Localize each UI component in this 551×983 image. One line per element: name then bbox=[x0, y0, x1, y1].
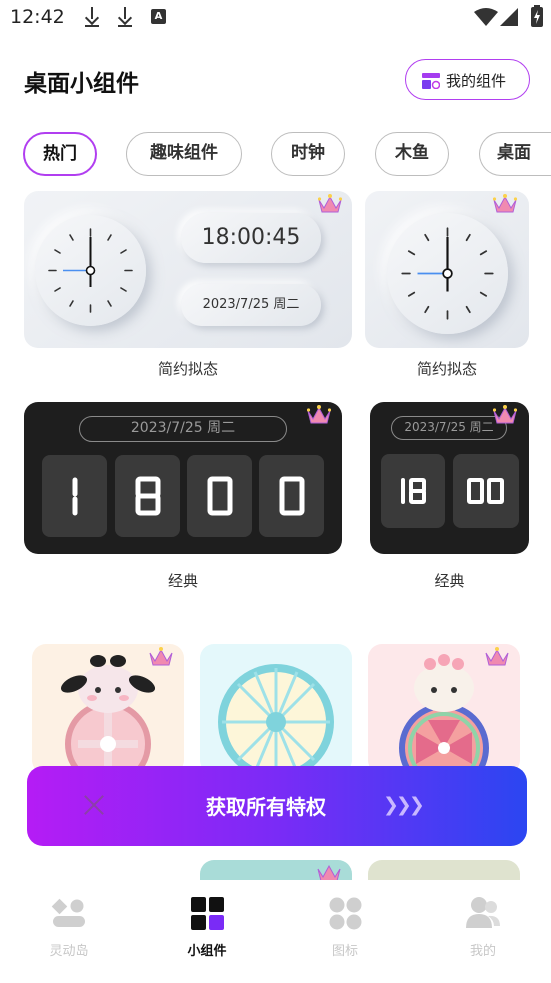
banner-label: 获取所有特权 bbox=[206, 795, 326, 819]
widget-fan-puppy[interactable] bbox=[32, 644, 184, 774]
my-widgets-icon bbox=[422, 73, 440, 89]
widget-fan-sheep[interactable] bbox=[368, 644, 520, 774]
tab-fun-widgets[interactable]: 趣味组件 bbox=[126, 132, 242, 176]
widget-caption: 简约拟态 bbox=[157, 360, 218, 378]
clock-ticks-icon bbox=[48, 228, 133, 313]
digit-8-icon bbox=[135, 476, 161, 516]
icons-grid-icon bbox=[329, 897, 362, 930]
premium-banner[interactable]: 获取所有特权 ❯❯❯ bbox=[27, 766, 527, 846]
digits-00-icon bbox=[467, 478, 504, 504]
my-widgets-label: 我的组件 bbox=[446, 72, 507, 90]
crown-icon bbox=[307, 405, 331, 424]
tab-clock[interactable]: 时钟 bbox=[271, 132, 345, 176]
widget-caption: 经典 bbox=[434, 572, 465, 590]
digit-0-icon bbox=[207, 476, 233, 516]
widget-fan-blue[interactable] bbox=[200, 644, 352, 774]
crown-icon bbox=[493, 405, 517, 424]
widget-caption: 经典 bbox=[167, 572, 198, 590]
nav-label: 灵动岛 bbox=[49, 944, 89, 959]
flip-digit-pair bbox=[453, 454, 519, 528]
nav-label: 小组件 bbox=[187, 944, 227, 959]
status-time: 12:42 bbox=[10, 6, 65, 28]
analog-clock bbox=[35, 215, 146, 326]
digit-0-icon bbox=[279, 476, 305, 516]
clock-ticks-icon bbox=[401, 227, 494, 320]
flip-digit bbox=[42, 455, 107, 537]
flip-digit bbox=[259, 455, 324, 537]
widgets-icon bbox=[191, 897, 224, 930]
download-icon bbox=[118, 7, 132, 27]
accessibility-icon: A bbox=[151, 9, 166, 24]
widget-partial[interactable] bbox=[368, 860, 520, 882]
nav-item-widgets[interactable]: 小组件 bbox=[152, 880, 262, 970]
crown-icon bbox=[149, 647, 173, 666]
widget-classic-large[interactable]: 2023/7/25 周二 bbox=[24, 402, 342, 554]
page-title: 桌面小组件 bbox=[24, 71, 139, 97]
analog-clock bbox=[387, 213, 508, 334]
profile-icon bbox=[466, 897, 500, 928]
nav-item-profile[interactable]: 我的 bbox=[428, 880, 538, 970]
date-label: 2023/7/25 周二 bbox=[181, 284, 321, 326]
digit-1-icon bbox=[72, 477, 78, 516]
battery-icon bbox=[531, 5, 543, 27]
date-label: 2023/7/25 周二 bbox=[391, 416, 507, 440]
digits-18-icon bbox=[401, 478, 426, 504]
date-label: 2023/7/25 周二 bbox=[79, 416, 287, 442]
wifi-icon bbox=[474, 8, 498, 26]
tab-hot[interactable]: 热门 bbox=[23, 132, 97, 176]
widget-neu-small[interactable] bbox=[365, 191, 529, 348]
nav-item-icons[interactable]: 图标 bbox=[290, 880, 400, 970]
widget-neu-large[interactable]: 18:00:45 2023/7/25 周二 bbox=[24, 191, 352, 348]
digital-time: 18:00:45 bbox=[181, 213, 321, 263]
signal-icon bbox=[500, 8, 518, 26]
flip-digit bbox=[115, 455, 180, 537]
nav-label: 图标 bbox=[331, 944, 358, 959]
status-bar: 12:42 A bbox=[0, 0, 551, 36]
close-icon[interactable] bbox=[83, 794, 105, 816]
crown-icon bbox=[485, 647, 509, 666]
flip-digit bbox=[187, 455, 252, 537]
crown-icon bbox=[318, 194, 342, 213]
download-icon bbox=[85, 7, 99, 27]
flip-digit-pair bbox=[381, 454, 445, 528]
tab-wooden-fish[interactable]: 木鱼 bbox=[375, 132, 449, 176]
my-widgets-button[interactable]: 我的组件 bbox=[405, 59, 530, 100]
blue-fan-icon bbox=[218, 664, 334, 774]
widget-caption: 简约拟态 bbox=[416, 360, 477, 378]
widget-classic-small[interactable]: 2023/7/25 周二 bbox=[370, 402, 529, 554]
arrows-icon: ❯❯❯ bbox=[383, 794, 425, 816]
bottom-nav: 灵动岛 小组件 图标 我的 bbox=[0, 880, 551, 983]
widget-partial[interactable] bbox=[200, 860, 352, 882]
nav-label: 我的 bbox=[469, 944, 496, 959]
dynamic-island-icon bbox=[51, 898, 85, 927]
nav-item-dynamic-island[interactable]: 灵动岛 bbox=[14, 880, 124, 970]
crown-icon bbox=[493, 194, 517, 213]
crown-icon bbox=[317, 864, 341, 882]
tab-desktop[interactable]: 桌面 bbox=[479, 132, 551, 176]
